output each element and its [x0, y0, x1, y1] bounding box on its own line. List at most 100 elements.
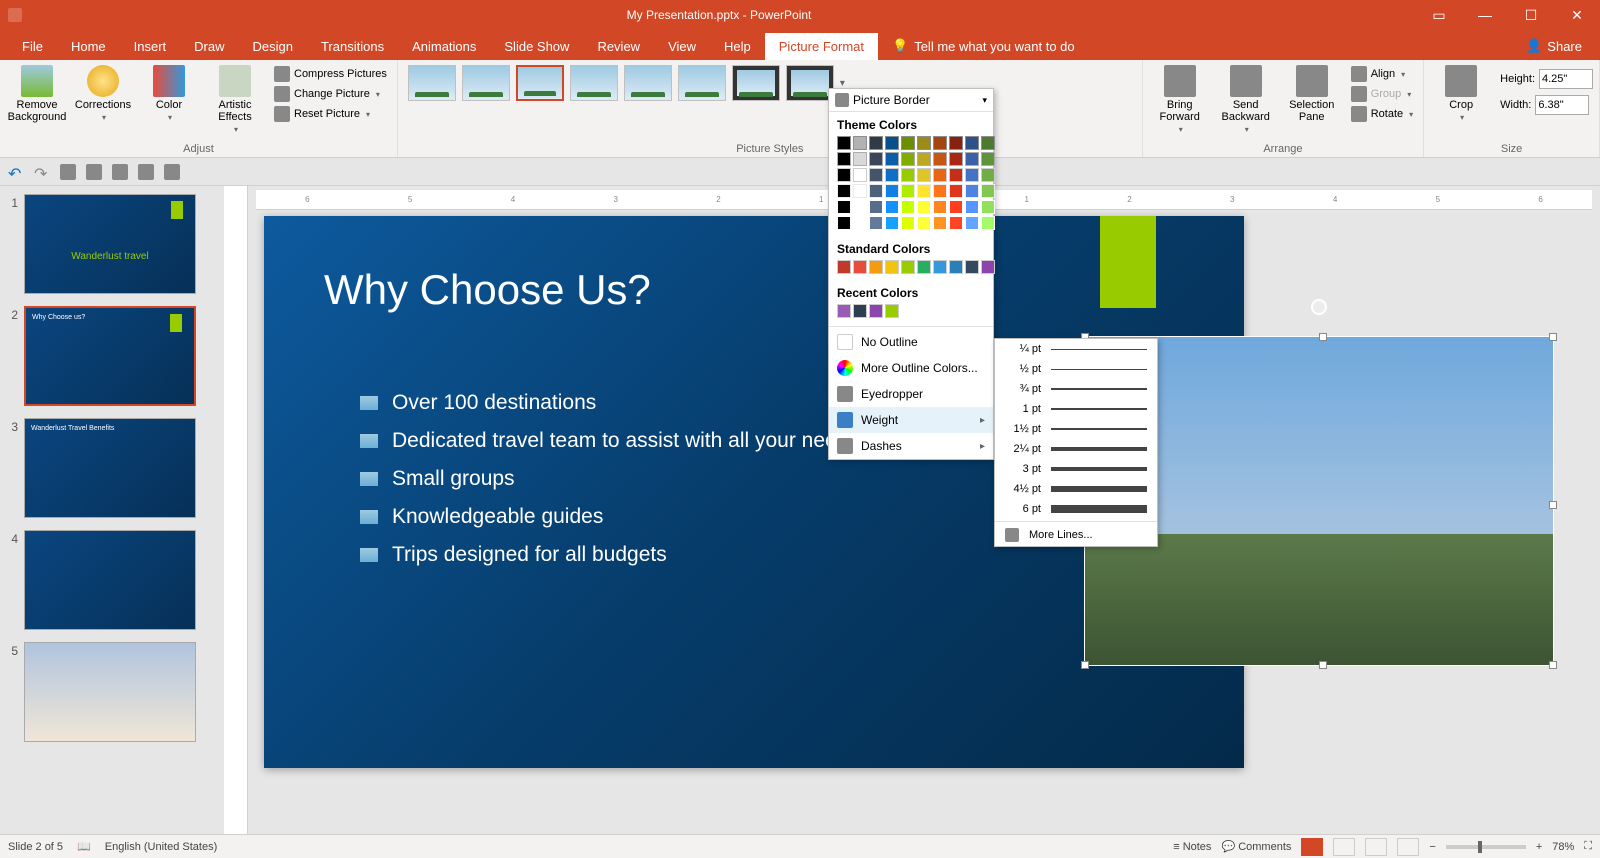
weight-option[interactable]: ¼ pt	[995, 339, 1157, 359]
rotate-button[interactable]: Rotate	[1347, 105, 1417, 123]
tab-view[interactable]: View	[654, 33, 710, 60]
color-swatch[interactable]	[853, 184, 867, 198]
slide-counter[interactable]: Slide 2 of 5	[8, 841, 63, 853]
tab-animations[interactable]: Animations	[398, 33, 490, 60]
color-swatch[interactable]	[837, 200, 851, 214]
color-swatch[interactable]	[917, 260, 931, 274]
more-colors-item[interactable]: More Outline Colors...	[829, 355, 993, 381]
tab-picture-format[interactable]: Picture Format	[765, 33, 878, 60]
color-swatch[interactable]	[965, 200, 979, 214]
color-swatch[interactable]	[869, 200, 883, 214]
color-swatch[interactable]	[965, 184, 979, 198]
color-swatch[interactable]	[853, 152, 867, 166]
color-swatch[interactable]	[965, 152, 979, 166]
paste-icon[interactable]	[164, 164, 180, 180]
slide-thumb-2[interactable]: Why Choose us?	[24, 306, 196, 406]
color-swatch[interactable]	[853, 136, 867, 150]
style-thumb[interactable]	[786, 65, 834, 101]
color-swatch[interactable]	[885, 136, 899, 150]
notes-button[interactable]: ≡ Notes	[1173, 841, 1211, 853]
eyedropper-item[interactable]: Eyedropper	[829, 381, 993, 407]
color-swatch[interactable]	[917, 168, 931, 182]
no-outline-item[interactable]: No Outline	[829, 329, 993, 355]
color-swatch[interactable]	[837, 260, 851, 274]
color-swatch[interactable]	[869, 304, 883, 318]
color-swatch[interactable]	[869, 184, 883, 198]
color-swatch[interactable]	[869, 152, 883, 166]
color-swatch[interactable]	[949, 216, 963, 230]
color-swatch[interactable]	[933, 184, 947, 198]
weight-option[interactable]: 4½ pt	[995, 479, 1157, 499]
copy-icon[interactable]	[138, 164, 154, 180]
color-swatch[interactable]	[853, 168, 867, 182]
color-swatch[interactable]	[981, 152, 995, 166]
color-swatch[interactable]	[885, 200, 899, 214]
tab-home[interactable]: Home	[57, 33, 120, 60]
color-swatch[interactable]	[981, 216, 995, 230]
style-thumb[interactable]	[462, 65, 510, 101]
color-swatch[interactable]	[837, 152, 851, 166]
fit-to-window-icon[interactable]: ⛶	[1584, 840, 1592, 853]
weight-item[interactable]: Weight▸	[829, 407, 993, 433]
minimize-icon[interactable]: —	[1462, 0, 1508, 30]
color-swatch[interactable]	[885, 304, 899, 318]
color-swatch[interactable]	[933, 200, 947, 214]
color-swatch[interactable]	[901, 200, 915, 214]
color-swatch[interactable]	[901, 184, 915, 198]
height-input[interactable]	[1539, 69, 1593, 89]
color-swatch[interactable]	[917, 184, 931, 198]
share-button[interactable]: 👤 Share	[1508, 32, 1600, 60]
remove-background-button[interactable]: Remove Background	[6, 63, 68, 125]
color-swatch[interactable]	[981, 184, 995, 198]
color-swatch[interactable]	[901, 136, 915, 150]
tab-design[interactable]: Design	[239, 33, 307, 60]
send-backward-button[interactable]: Send Backward	[1215, 63, 1277, 136]
spellcheck-icon[interactable]: 📖	[77, 840, 91, 853]
bring-forward-button[interactable]: Bring Forward	[1149, 63, 1211, 136]
more-lines-item[interactable]: More Lines...	[995, 524, 1157, 546]
slideshow-view-icon[interactable]	[1397, 838, 1419, 856]
color-swatch[interactable]	[869, 136, 883, 150]
cut-icon[interactable]	[112, 164, 128, 180]
redo-icon[interactable]: ↷	[34, 164, 50, 180]
accent-shape[interactable]	[1100, 216, 1156, 308]
weight-option[interactable]: ½ pt	[995, 359, 1157, 379]
color-swatch[interactable]	[869, 216, 883, 230]
zoom-in-icon[interactable]: +	[1536, 841, 1542, 853]
color-swatch[interactable]	[949, 168, 963, 182]
weight-option[interactable]: 1 pt	[995, 399, 1157, 419]
style-thumb[interactable]	[732, 65, 780, 101]
color-swatch[interactable]	[869, 260, 883, 274]
comments-button[interactable]: 💬 Comments	[1221, 840, 1291, 853]
color-swatch[interactable]	[901, 216, 915, 230]
color-swatch[interactable]	[901, 152, 915, 166]
color-swatch[interactable]	[853, 304, 867, 318]
autosave-icon[interactable]	[8, 8, 22, 22]
color-swatch[interactable]	[917, 152, 931, 166]
new-slide-icon[interactable]	[86, 164, 102, 180]
color-button[interactable]: Color	[138, 63, 200, 124]
color-swatch[interactable]	[885, 184, 899, 198]
style-thumb[interactable]	[570, 65, 618, 101]
color-swatch[interactable]	[901, 260, 915, 274]
style-thumb[interactable]	[408, 65, 456, 101]
gallery-more-icon[interactable]: ▾	[840, 78, 845, 89]
weight-option[interactable]: 6 pt	[995, 499, 1157, 519]
resize-handle[interactable]	[1319, 661, 1327, 669]
color-swatch[interactable]	[949, 200, 963, 214]
color-swatch[interactable]	[933, 136, 947, 150]
color-swatch[interactable]	[981, 136, 995, 150]
color-swatch[interactable]	[885, 216, 899, 230]
language-status[interactable]: English (United States)	[105, 841, 218, 853]
tab-insert[interactable]: Insert	[120, 33, 181, 60]
style-thumb[interactable]	[516, 65, 564, 101]
color-swatch[interactable]	[885, 152, 899, 166]
style-thumb[interactable]	[678, 65, 726, 101]
resize-handle[interactable]	[1081, 661, 1089, 669]
zoom-slider[interactable]	[1446, 845, 1526, 849]
maximize-icon[interactable]: ☐	[1508, 0, 1554, 30]
slide-thumb-4[interactable]	[24, 530, 196, 630]
picture-styles-gallery[interactable]: ▾	[404, 63, 849, 103]
picture-border-button[interactable]: Picture Border▾	[829, 89, 993, 112]
style-thumb[interactable]	[624, 65, 672, 101]
